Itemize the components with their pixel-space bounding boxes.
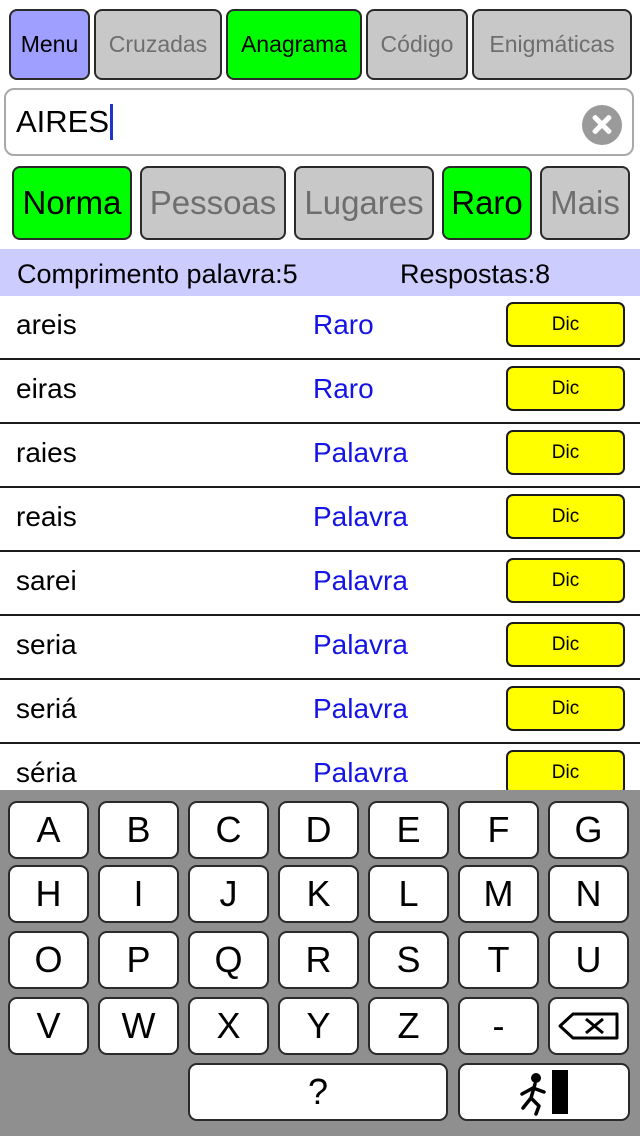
result-word: raies <box>16 437 77 468</box>
result-row: raies Palavra Dic <box>0 424 640 488</box>
dic-button[interactable]: Dic <box>506 558 625 603</box>
tab-cruzadas[interactable]: Cruzadas <box>94 9 222 80</box>
dic-button[interactable]: Dic <box>506 686 625 731</box>
backspace-key[interactable] <box>548 997 629 1055</box>
letter-keyboard: A B C D E F G H I J K L M N O P Q R S T … <box>0 790 640 1136</box>
result-type: Palavra <box>313 693 408 724</box>
key-v[interactable]: V <box>8 997 89 1055</box>
result-word: eiras <box>16 373 77 404</box>
key-a[interactable]: A <box>8 801 89 859</box>
result-type: Palavra <box>313 501 408 532</box>
key-w[interactable]: W <box>98 997 179 1055</box>
menu-tab[interactable]: Menu <box>9 9 90 80</box>
text-caret <box>110 104 114 140</box>
key-d[interactable]: D <box>278 801 359 859</box>
key-t[interactable]: T <box>458 931 539 989</box>
backspace-icon <box>558 1012 618 1040</box>
dic-button[interactable]: Dic <box>506 430 625 475</box>
key-j[interactable]: J <box>188 865 269 923</box>
result-row: eiras Raro Dic <box>0 360 640 424</box>
result-row: areis Raro Dic <box>0 296 640 360</box>
clear-icon[interactable] <box>582 105 622 145</box>
dic-button[interactable]: Dic <box>506 622 625 667</box>
key-s[interactable]: S <box>368 931 449 989</box>
filter-mais-button[interactable]: Mais <box>540 166 630 240</box>
tab-enigmaticas[interactable]: Enigmáticas <box>472 9 632 80</box>
key-l[interactable]: L <box>368 865 449 923</box>
key-y[interactable]: Y <box>278 997 359 1055</box>
key-n[interactable]: N <box>548 865 629 923</box>
question-key[interactable]: ? <box>188 1063 448 1121</box>
dic-button[interactable]: Dic <box>506 366 625 411</box>
result-type: Raro <box>313 373 374 404</box>
key-c[interactable]: C <box>188 801 269 859</box>
search-input[interactable]: AIRES <box>4 88 634 156</box>
dic-button[interactable]: Dic <box>506 750 625 795</box>
tab-anagrama[interactable]: Anagrama <box>226 9 362 80</box>
result-word: seriá <box>16 693 77 724</box>
result-word: seria <box>16 629 77 660</box>
tab-codigo[interactable]: Código <box>366 9 468 80</box>
search-value: AIRES <box>16 104 110 139</box>
key-o[interactable]: O <box>8 931 89 989</box>
filter-raro-button[interactable]: Raro <box>442 166 532 240</box>
key-x[interactable]: X <box>188 997 269 1055</box>
key-h[interactable]: H <box>8 865 89 923</box>
key-q[interactable]: Q <box>188 931 269 989</box>
key-f[interactable]: F <box>458 801 539 859</box>
result-type: Palavra <box>313 565 408 596</box>
key-k[interactable]: K <box>278 865 359 923</box>
key-m[interactable]: M <box>458 865 539 923</box>
dic-button[interactable]: Dic <box>506 494 625 539</box>
exit-key[interactable] <box>458 1063 630 1121</box>
result-type: Palavra <box>313 757 408 788</box>
result-row: seriá Palavra Dic <box>0 680 640 744</box>
result-type: Palavra <box>313 629 408 660</box>
key-b[interactable]: B <box>98 801 179 859</box>
key-i[interactable]: I <box>98 865 179 923</box>
result-row: sarei Palavra Dic <box>0 552 640 616</box>
key-z[interactable]: Z <box>368 997 449 1055</box>
key-g[interactable]: G <box>548 801 629 859</box>
result-type: Palavra <box>313 437 408 468</box>
result-word: areis <box>16 309 77 340</box>
exit-running-man-icon <box>520 1070 568 1116</box>
info-bar: Comprimento palavra:5 Respostas:8 <box>0 249 640 296</box>
key-u[interactable]: U <box>548 931 629 989</box>
key-hyphen[interactable]: - <box>458 997 539 1055</box>
result-row: reais Palavra Dic <box>0 488 640 552</box>
result-row: seria Palavra Dic <box>0 616 640 680</box>
key-p[interactable]: P <box>98 931 179 989</box>
result-word: reais <box>16 501 77 532</box>
answers-count-label: Respostas:8 <box>400 259 551 289</box>
key-e[interactable]: E <box>368 801 449 859</box>
filter-pessoas-button[interactable]: Pessoas <box>140 166 286 240</box>
result-word: sarei <box>16 565 77 596</box>
key-r[interactable]: R <box>278 931 359 989</box>
result-word: séria <box>16 757 77 788</box>
filter-lugares-button[interactable]: Lugares <box>294 166 434 240</box>
filter-norma-button[interactable]: Norma <box>12 166 132 240</box>
dic-button[interactable]: Dic <box>506 302 625 347</box>
word-length-label: Comprimento palavra:5 <box>17 259 298 289</box>
result-type: Raro <box>313 309 374 340</box>
